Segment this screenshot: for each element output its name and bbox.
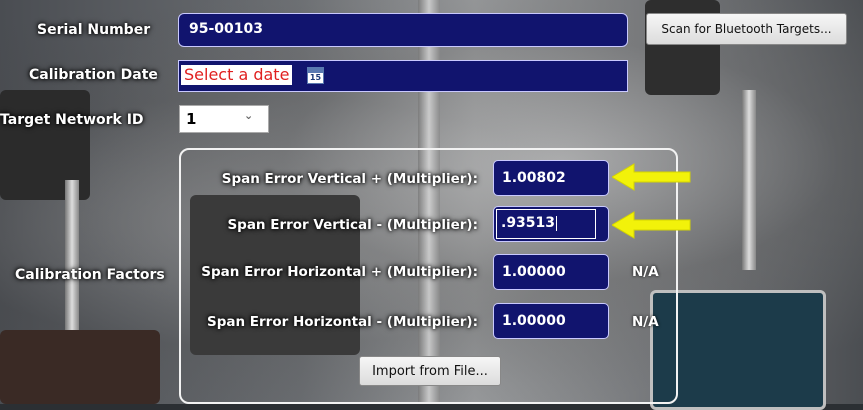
span-error-vertical-minus-label: Span Error Vertical - (Multiplier): bbox=[227, 217, 478, 233]
serial-number-label: Serial Number bbox=[37, 22, 151, 38]
import-from-file-button[interactable]: Import from File... bbox=[359, 356, 501, 386]
serial-number-field[interactable]: 95-00103 bbox=[178, 13, 628, 47]
span-error-horizontal-minus-na: N/A bbox=[632, 314, 659, 330]
span-error-horizontal-plus-input[interactable]: 1.00000 bbox=[493, 254, 609, 290]
calibration-factors-label: Calibration Factors bbox=[15, 267, 165, 283]
span-error-horizontal-minus-label: Span Error Horizontal - (Multiplier): bbox=[207, 314, 478, 330]
span-error-vertical-plus-label: Span Error Vertical + (Multiplier): bbox=[221, 171, 478, 187]
pole-1 bbox=[65, 180, 79, 350]
annotation-arrow-1 bbox=[612, 163, 691, 191]
target-network-id-label: Target Network ID bbox=[0, 112, 144, 128]
span-error-vertical-minus-input[interactable]: .93513 bbox=[493, 206, 609, 242]
scan-bluetooth-button[interactable]: Scan for Bluetooth Targets... bbox=[646, 13, 847, 45]
calendar-icon[interactable]: 15 bbox=[307, 67, 324, 84]
annotation-arrow-2 bbox=[612, 211, 691, 239]
calendar-icon-day: 15 bbox=[309, 73, 322, 82]
span-error-horizontal-minus-input[interactable]: 1.00000 bbox=[493, 303, 609, 339]
target-network-id-value: 1 bbox=[186, 110, 197, 128]
span-error-vertical-minus-value: .93513 bbox=[501, 215, 556, 231]
span-error-horizontal-plus-label: Span Error Horizontal + (Multiplier): bbox=[201, 264, 478, 280]
calibration-date-label: Calibration Date bbox=[29, 67, 158, 83]
calibration-date-placeholder: Select a date bbox=[181, 65, 293, 85]
target-network-id-select[interactable]: 1 ⌄ bbox=[179, 105, 269, 133]
span-error-vertical-plus-input[interactable]: 1.00802 bbox=[493, 160, 609, 196]
span-error-vertical-minus-inner: .93513 bbox=[496, 209, 596, 239]
bottom-device-shape bbox=[0, 330, 160, 404]
pole-3 bbox=[742, 90, 756, 270]
chevron-down-icon: ⌄ bbox=[244, 109, 254, 122]
calibration-date-field[interactable]: Select a date 15 bbox=[178, 60, 628, 92]
span-error-horizontal-plus-na: N/A bbox=[632, 264, 659, 280]
text-cursor bbox=[556, 215, 558, 231]
